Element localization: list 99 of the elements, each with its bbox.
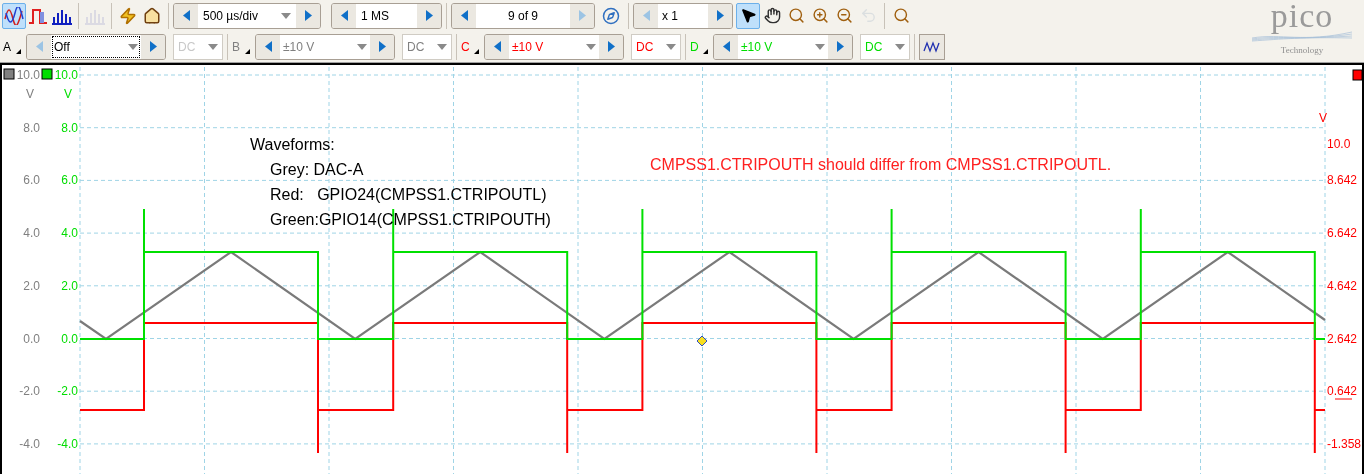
right-arrow-icon xyxy=(304,10,312,21)
coupling-value: DC xyxy=(407,38,425,56)
channel-button[interactable]: C xyxy=(461,33,481,60)
coupling-dropdown[interactable]: DC xyxy=(631,33,681,60)
caret-icon xyxy=(437,43,447,50)
signal-generator-button[interactable] xyxy=(919,33,945,60)
axis-tick-label: 10.0 xyxy=(16,68,40,82)
axis-tick-label: 2.642 xyxy=(1327,331,1358,346)
axis-tick-label: 6.0 xyxy=(61,173,78,188)
coupling-dropdown[interactable]: DC xyxy=(402,33,452,60)
timebase-dropdown[interactable]: 500 µs/div xyxy=(198,3,296,28)
left-arrow-icon xyxy=(264,41,272,52)
square-pulse-icon xyxy=(28,6,48,25)
range-value: ±10 V xyxy=(512,38,544,56)
note-text: CMPSS1.CTRIPOUTH should differ from CMPSS1.CTRIPOUTL. xyxy=(650,156,1112,173)
channel-button[interactable]: B xyxy=(232,33,252,60)
left-arrow-icon xyxy=(493,41,501,52)
left-arrow-icon xyxy=(35,41,43,52)
previous-button[interactable] xyxy=(27,34,51,59)
axis-tick-label: 8.642 xyxy=(1327,173,1358,188)
caret-icon xyxy=(586,43,596,50)
axis-tick-label: 0.642 xyxy=(1327,384,1358,399)
axis-unit: V xyxy=(1319,111,1327,125)
corner-icon xyxy=(474,48,479,54)
axis-tick-label: 8.0 xyxy=(23,120,40,135)
axis-tick-label: 0.0 xyxy=(23,331,40,346)
axis-tick-label: 2.0 xyxy=(23,278,40,293)
right-arrow-icon xyxy=(607,41,615,52)
axis-tick-label: 4.642 xyxy=(1327,278,1358,293)
axis-tick-label: 4.0 xyxy=(61,226,78,241)
pointer-icon xyxy=(739,7,757,24)
caret-icon xyxy=(815,43,825,50)
axis-tick-label: -4.0 xyxy=(19,436,40,451)
axis-tick-label: 8.0 xyxy=(61,120,78,135)
axis-tick-label: -4.0 xyxy=(57,436,78,451)
previous-button[interactable] xyxy=(714,34,738,59)
zoom-icon xyxy=(787,7,805,24)
trigger-marker-icon xyxy=(696,335,708,347)
previous-button[interactable] xyxy=(174,3,198,28)
axis-tick-label: 2.0 xyxy=(61,278,78,293)
range-value: Off xyxy=(54,38,70,56)
next-button[interactable] xyxy=(296,3,320,28)
next-button[interactable] xyxy=(370,34,394,59)
axis-unit: V xyxy=(26,87,34,101)
timebase-value: 500 µs/div xyxy=(203,7,258,25)
previous-button[interactable] xyxy=(256,34,280,59)
waveform-icon xyxy=(4,6,24,25)
caret-icon xyxy=(128,43,138,50)
axis-tick-label: 10.0 xyxy=(1327,137,1351,151)
next-button[interactable] xyxy=(599,34,623,59)
range-dropdown[interactable]: Off xyxy=(51,34,141,59)
home-icon xyxy=(143,6,161,25)
axis-tick-label: -2.0 xyxy=(57,384,78,399)
axis-unit: V xyxy=(64,87,72,101)
caret-icon xyxy=(281,12,291,19)
zoom-in-icon xyxy=(811,7,829,24)
next-button[interactable] xyxy=(828,34,852,59)
range-dropdown[interactable]: ±10 V xyxy=(280,34,370,59)
left-arrow-icon xyxy=(722,41,730,52)
caret-icon xyxy=(208,43,218,50)
logo-tagline: Technology xyxy=(1280,45,1324,55)
legend-text: Red: GPIO24(CMPSS1.CTRIPOUTL) xyxy=(270,186,547,203)
range-value: ±10 V xyxy=(741,38,773,56)
channel-button[interactable]: A xyxy=(3,33,23,60)
right-arrow-icon xyxy=(149,41,157,52)
range-value: ±10 V xyxy=(283,38,315,56)
coupling-value: DC xyxy=(636,38,654,56)
corner-icon xyxy=(703,48,708,54)
axis-tick-label: 6.0 xyxy=(23,173,40,188)
range-dropdown[interactable]: ±10 V xyxy=(509,34,599,59)
corner-icon xyxy=(16,48,21,54)
hand-icon xyxy=(763,7,781,24)
undo-icon xyxy=(859,7,877,24)
zoom-out-icon xyxy=(835,7,853,24)
wave-icon xyxy=(923,40,941,53)
axis-tick-label: 4.0 xyxy=(23,226,40,241)
axis-tick-label: -1.358 xyxy=(1327,436,1362,451)
previous-button[interactable] xyxy=(485,34,509,59)
right-arrow-icon xyxy=(378,41,386,52)
caret-icon xyxy=(357,43,367,50)
axis-tick-label: -2.0 xyxy=(19,384,40,399)
zoom-fit-icon xyxy=(892,7,910,24)
axis-tick-label: 10.0 xyxy=(54,68,78,82)
coupling-value: DC xyxy=(865,38,883,56)
view-button[interactable] xyxy=(2,2,26,29)
legend-text: Waveforms: xyxy=(250,136,335,153)
corner-icon xyxy=(245,48,250,54)
tool-button[interactable] xyxy=(736,2,760,29)
legend-text: Grey: DAC-A xyxy=(270,161,364,178)
caret-icon xyxy=(666,43,676,50)
axis-tick-label: 0.0 xyxy=(61,331,78,346)
axis-tick-label: 6.642 xyxy=(1327,226,1358,241)
left-arrow-icon xyxy=(182,10,190,21)
next-button[interactable] xyxy=(141,34,165,59)
compass-icon xyxy=(602,6,620,25)
level-marker xyxy=(1334,398,1353,400)
lightning-icon xyxy=(119,6,137,25)
caret-icon xyxy=(895,43,905,50)
right-arrow-icon xyxy=(836,41,844,52)
